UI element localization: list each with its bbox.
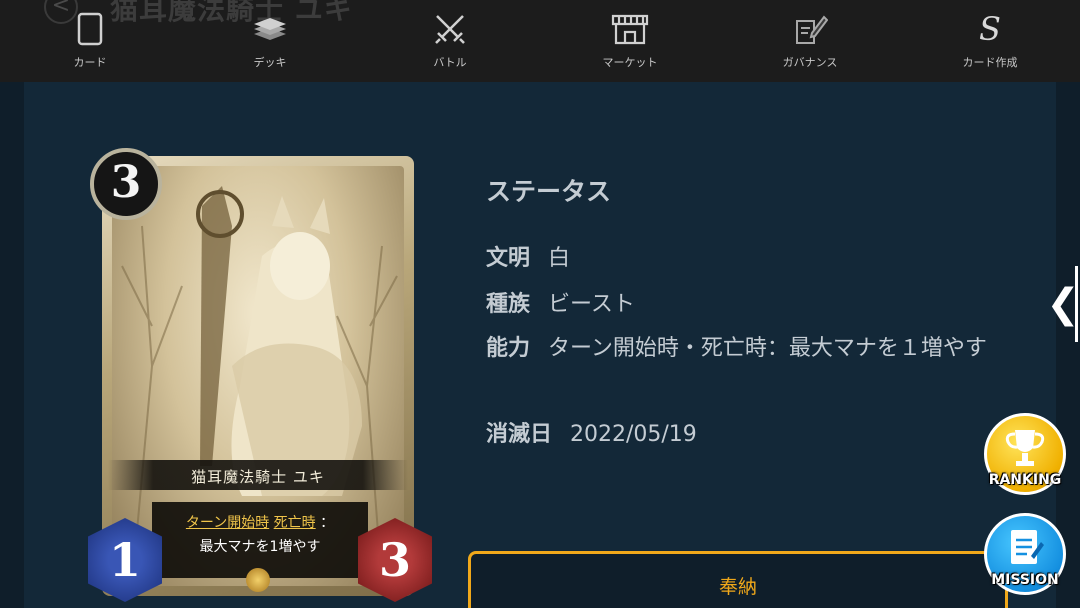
nav-label-battle: バトル: [433, 56, 467, 69]
keyword-on-death: 死亡時: [273, 515, 316, 531]
status-row-civilization: 文明 白: [486, 240, 570, 277]
nav-label-card-create: カード作成: [962, 56, 1018, 69]
tribe-label: 種族: [486, 292, 531, 317]
status-heading: ステータス: [486, 177, 612, 206]
status-row-expiry: 消滅日 2022/05/19: [486, 416, 697, 453]
nav-item-card[interactable]: カード: [0, 10, 180, 70]
coin-icon: [246, 568, 270, 592]
ability-label: 能力: [486, 336, 531, 361]
card-icon: [76, 10, 104, 48]
mission-button[interactable]: MISSION: [984, 513, 1066, 595]
side-tab-bar: [1075, 266, 1078, 342]
side-drawer-toggle[interactable]: ❮: [1046, 266, 1080, 342]
ranking-label: RANKING: [988, 472, 1062, 488]
keyword-turn-start: ターン開始時: [185, 515, 270, 531]
keyword-colon: ：: [320, 515, 335, 531]
nav-item-governance[interactable]: ガバナンス: [720, 10, 900, 70]
nav-label-card: カード: [73, 56, 107, 69]
ranking-button[interactable]: RANKING: [984, 413, 1066, 495]
card-name: 猫耳魔法騎士 ユキ: [191, 468, 325, 486]
trophy-icon: [1002, 426, 1048, 474]
nav-item-battle[interactable]: バトル: [360, 10, 540, 70]
card-ability-text: 最大マナを1増やす: [199, 539, 321, 555]
nav-label-market: マーケット: [602, 56, 658, 69]
offer-button[interactable]: 奉納: [468, 551, 1008, 608]
tribe-value: ビースト: [548, 292, 635, 317]
civilization-label: 文明: [486, 246, 531, 271]
nav-label-deck: デッキ: [253, 56, 287, 69]
status-row-ability: 能力 ターン開始時・死亡時：最大マナを１増やす: [486, 330, 1008, 367]
civilization-value: 白: [548, 246, 571, 271]
s-logo-icon: S: [979, 10, 1001, 48]
card-ability-keywords: ターン開始時 死亡時 ：: [152, 512, 368, 532]
crossed-swords-icon: [432, 10, 468, 48]
nav-item-deck[interactable]: デッキ: [180, 10, 360, 70]
document-pen-icon: [792, 10, 828, 48]
card-preview[interactable]: 猫耳魔法騎士 ユキ ターン開始時 死亡時 ： 最大マナを1増やす 3 1 3: [88, 148, 432, 604]
expiry-value: 2022/05/19: [570, 422, 697, 447]
shop-icon: [610, 10, 650, 48]
nav-item-market[interactable]: マーケット: [540, 10, 720, 70]
checklist-icon: [1005, 526, 1045, 574]
nav-label-governance: ガバナンス: [782, 56, 838, 69]
nav-item-card-create[interactable]: S カード作成: [900, 10, 1080, 70]
mana-cost-badge: 3: [90, 148, 162, 220]
deck-icon: [250, 10, 290, 48]
mission-label: MISSION: [991, 572, 1059, 588]
top-navigation: < 猫耳魔法騎士 ユキ カード デッキ バトル マーケット ガバナンス S カー…: [0, 0, 1080, 82]
status-row-tribe: 種族 ビースト: [486, 286, 635, 323]
ability-value: ターン開始時・死亡時：最大マナを１増やす: [548, 336, 987, 361]
expiry-label: 消滅日: [486, 422, 553, 447]
